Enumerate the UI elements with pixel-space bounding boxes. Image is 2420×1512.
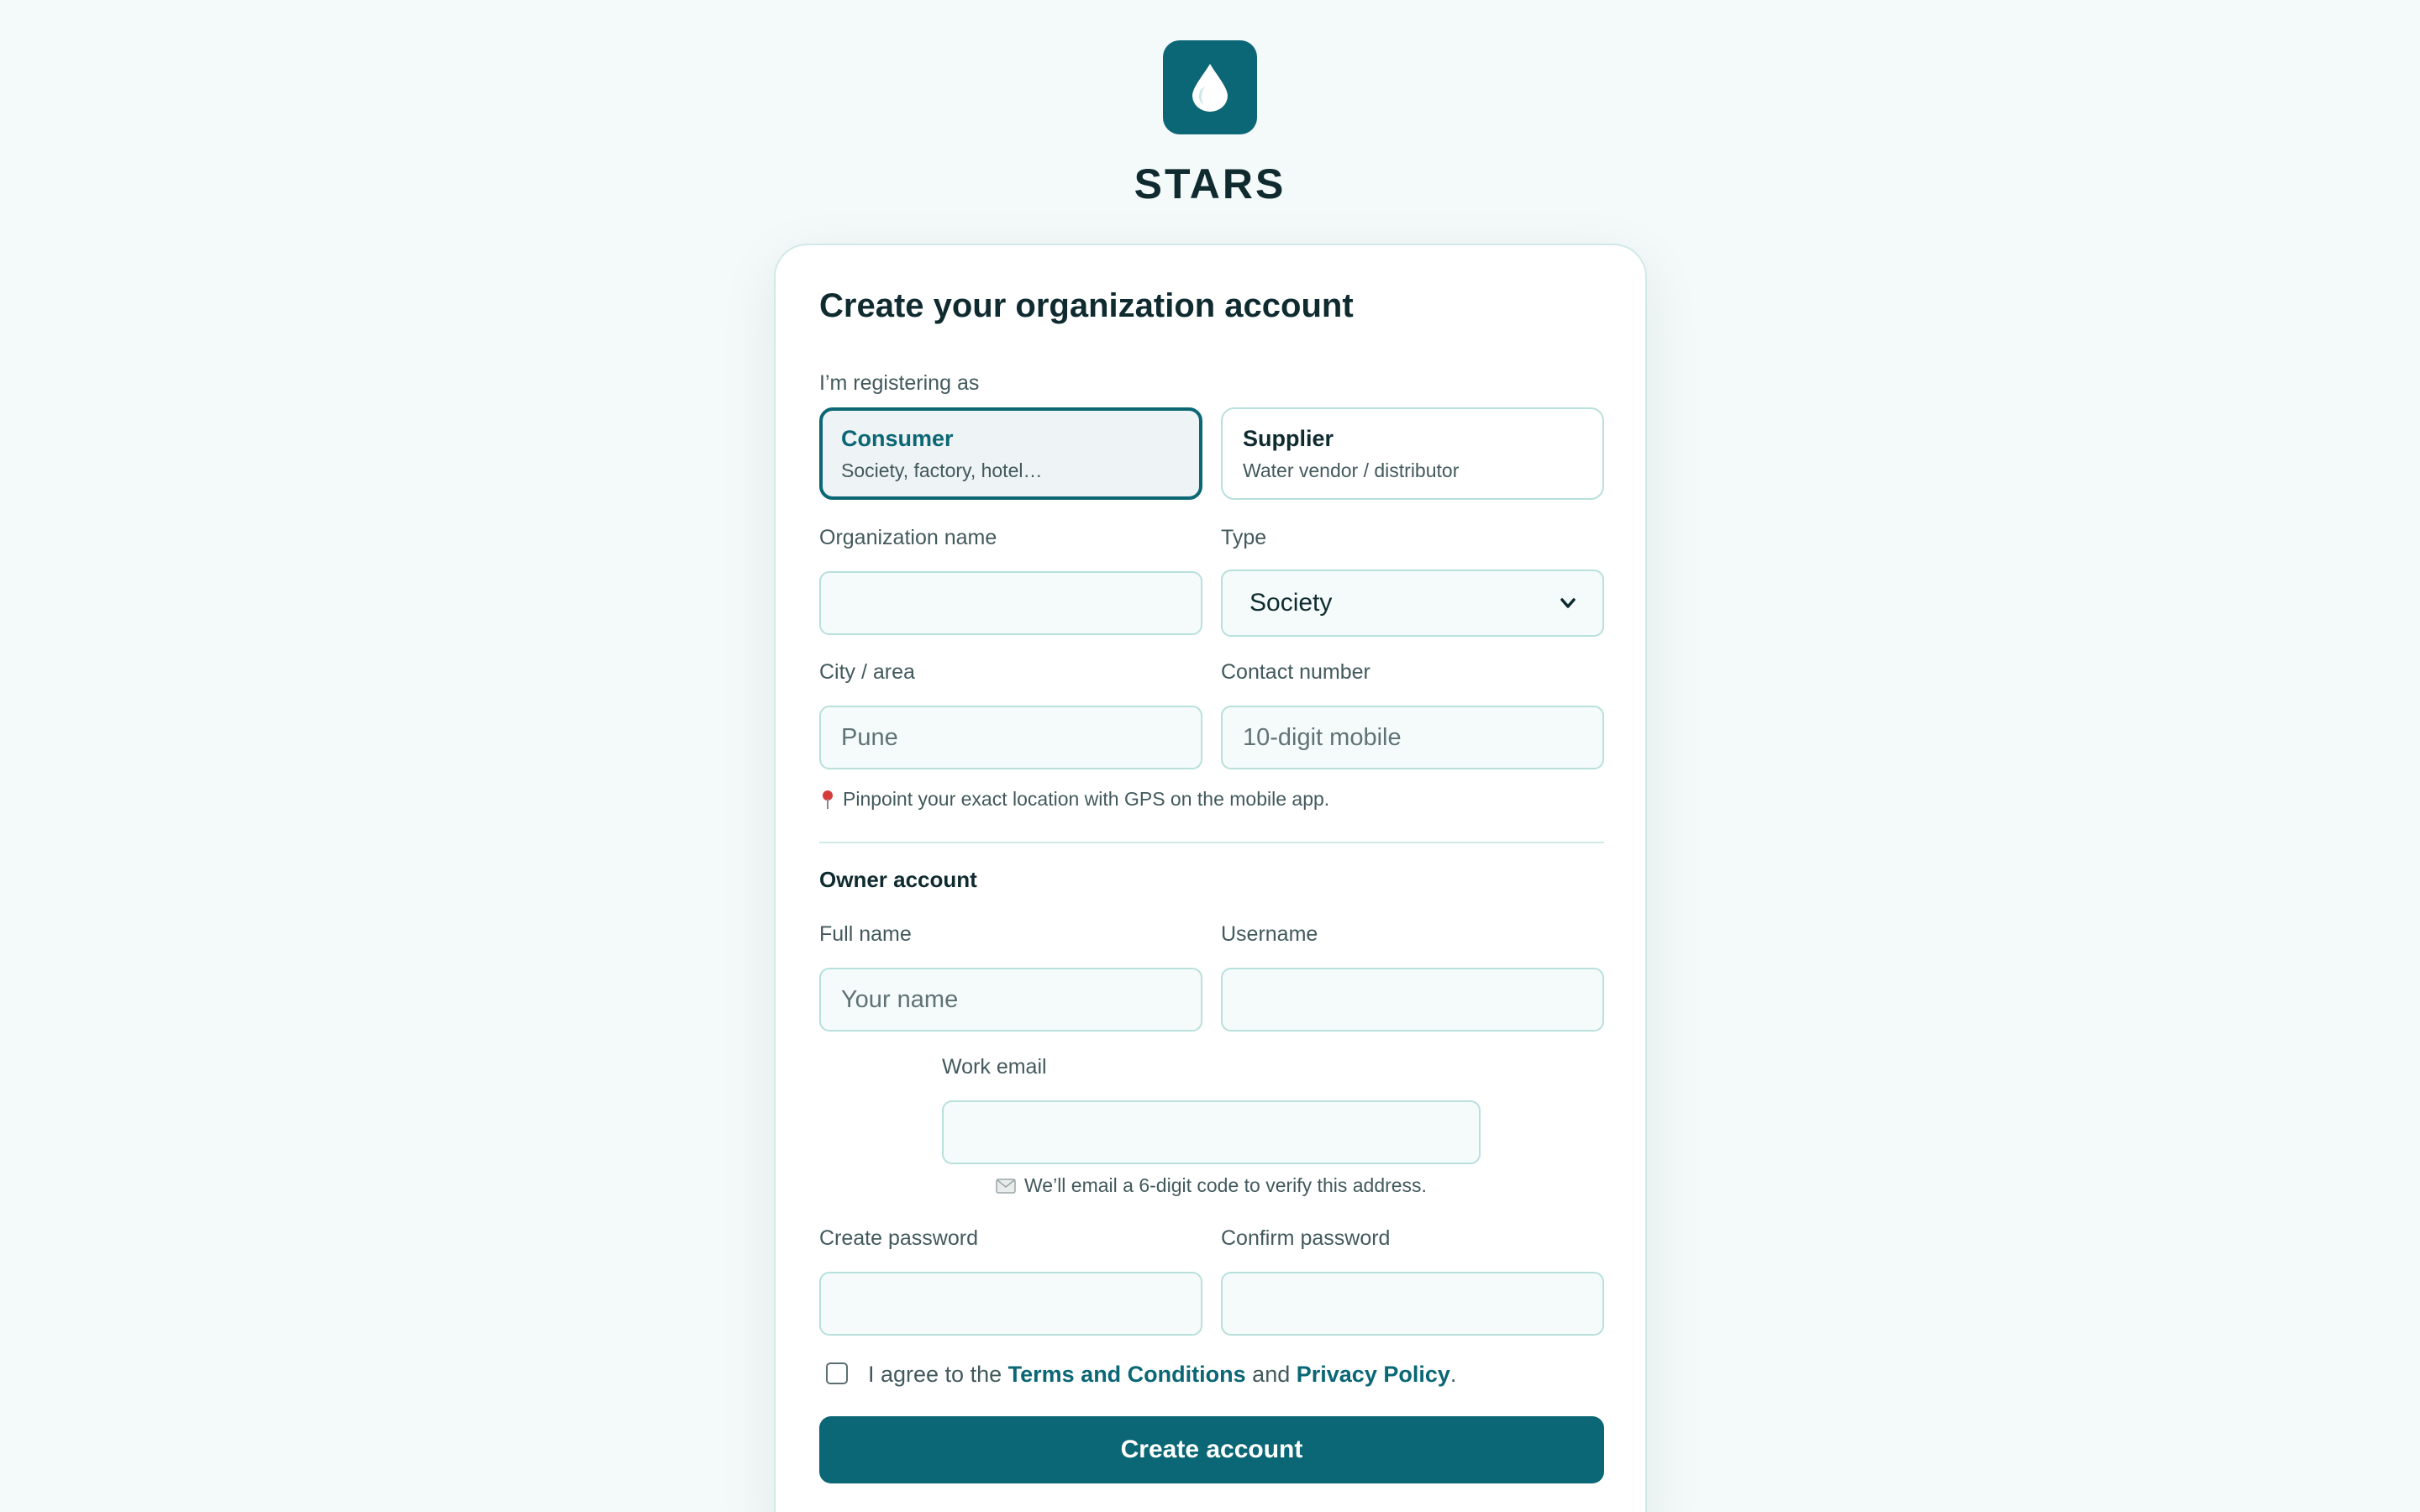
envelope-icon bbox=[996, 1178, 1016, 1194]
email-label: Work email bbox=[942, 1055, 1047, 1079]
agree-suffix: . bbox=[1449, 1362, 1457, 1387]
terms-link[interactable]: Terms and Conditions bbox=[1008, 1362, 1246, 1387]
create-account-button[interactable]: Create account bbox=[819, 1416, 1604, 1483]
org-name-label: Organization name bbox=[819, 526, 997, 549]
agree-prefix: I agree to the bbox=[868, 1362, 1002, 1387]
agree-checkbox[interactable] bbox=[826, 1362, 848, 1384]
city-input[interactable] bbox=[819, 706, 1202, 769]
city-label: City / area bbox=[819, 660, 915, 684]
brand-name: STARS bbox=[1134, 160, 1286, 207]
section-divider bbox=[819, 842, 1604, 843]
password-label: Create password bbox=[819, 1226, 978, 1250]
privacy-link[interactable]: Privacy Policy bbox=[1297, 1362, 1450, 1387]
confirm-password-label: Confirm password bbox=[1221, 1226, 1391, 1250]
email-hint-text: We’ll email a 6-digit code to verify thi… bbox=[1024, 1174, 1427, 1196]
agree-text: I agree to the Terms and Conditions and … bbox=[868, 1362, 1456, 1388]
role-option-subtitle: Society, factory, hotel… bbox=[841, 459, 1043, 481]
water-drop-icon bbox=[1192, 64, 1228, 112]
type-label: Type bbox=[1221, 526, 1267, 549]
contact-label: Contact number bbox=[1221, 660, 1370, 684]
username-input[interactable] bbox=[1221, 968, 1604, 1032]
register-page: STARS Create your organization account I… bbox=[0, 0, 2420, 1512]
role-option-title: Consumer bbox=[841, 426, 954, 451]
email-input[interactable] bbox=[942, 1100, 1481, 1164]
role-option-title: Supplier bbox=[1243, 426, 1334, 451]
password-input[interactable] bbox=[819, 1272, 1202, 1336]
type-select-value: Society bbox=[1249, 589, 1333, 617]
pin-icon bbox=[823, 790, 833, 809]
role-option-supplier[interactable]: Supplier Water vendor / distributor bbox=[1221, 407, 1604, 500]
page-title: Create your organization account bbox=[819, 287, 1354, 324]
confirm-password-input[interactable] bbox=[1221, 1272, 1604, 1336]
type-select[interactable]: Society bbox=[1221, 570, 1604, 637]
owner-section-title: Owner account bbox=[819, 867, 977, 892]
gps-hint-text: Pinpoint your exact location with GPS on… bbox=[843, 788, 1330, 810]
role-option-consumer[interactable]: Consumer Society, factory, hotel… bbox=[819, 407, 1202, 500]
registration-card: Create your organization account I’m reg… bbox=[774, 244, 1647, 1512]
username-label: Username bbox=[1221, 922, 1318, 946]
full-name-input[interactable] bbox=[819, 968, 1202, 1032]
gps-hint: Pinpoint your exact location with GPS on… bbox=[821, 788, 1329, 811]
brand-logo bbox=[1163, 40, 1257, 134]
agree-middle: and bbox=[1252, 1362, 1291, 1387]
chevron-down-icon bbox=[1560, 598, 1576, 608]
full-name-label: Full name bbox=[819, 922, 912, 946]
org-name-input[interactable] bbox=[819, 571, 1202, 635]
contact-number-input[interactable] bbox=[1221, 706, 1604, 769]
email-hint: We’ll email a 6-digit code to verify thi… bbox=[996, 1174, 1427, 1197]
role-label: I’m registering as bbox=[819, 371, 980, 395]
role-option-subtitle: Water vendor / distributor bbox=[1243, 459, 1460, 481]
